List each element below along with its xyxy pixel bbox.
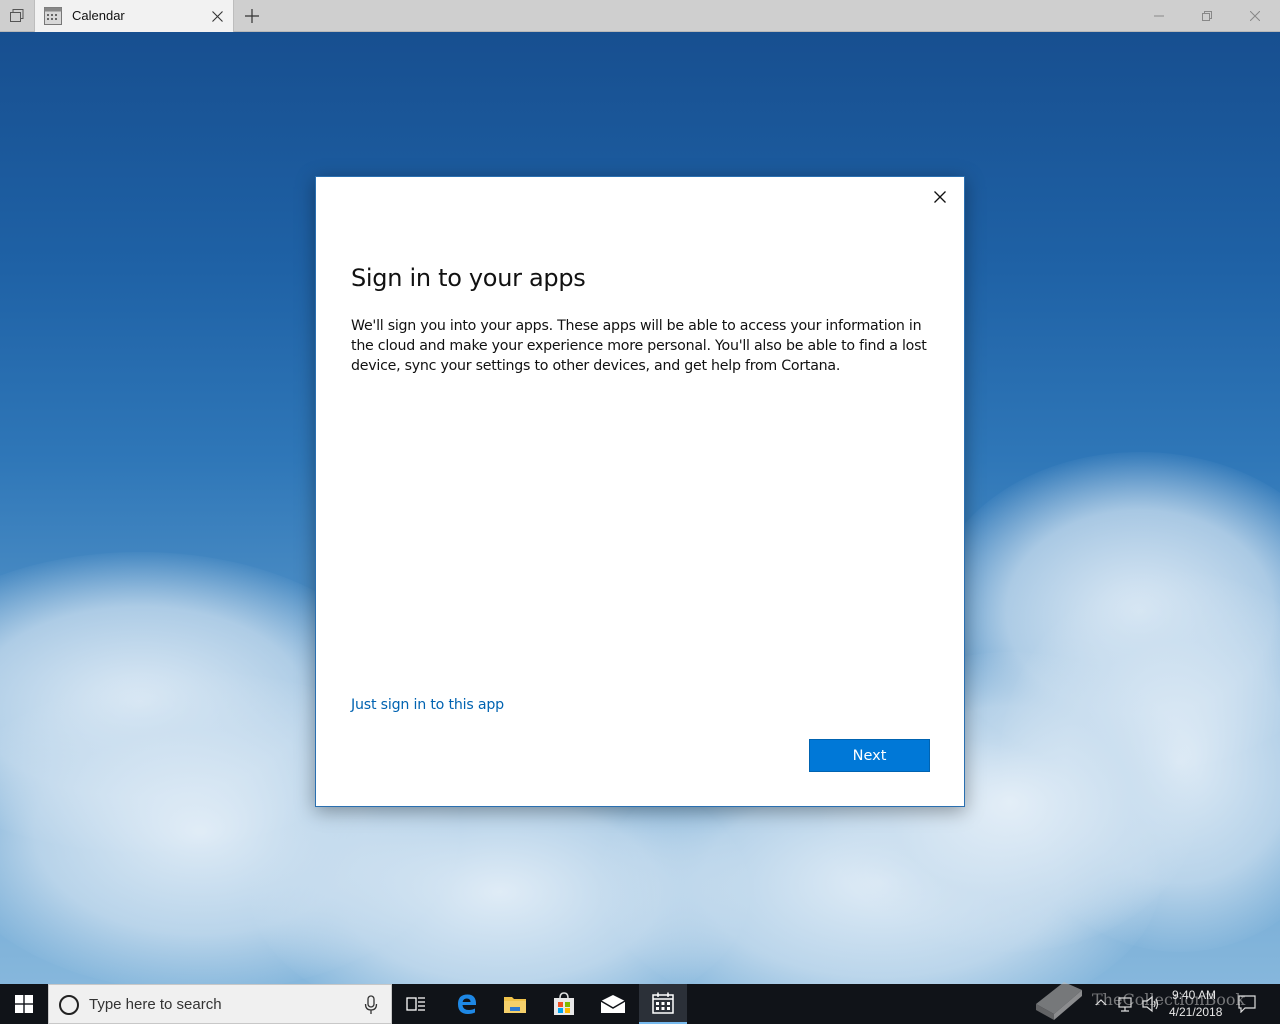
tab-label: Calendar — [72, 8, 125, 23]
close-icon — [1250, 11, 1260, 21]
calendar-icon — [44, 7, 62, 25]
edge-icon — [458, 994, 477, 1014]
next-button[interactable]: Next — [809, 739, 930, 772]
taskbar: Type here to search TheCollectionBook 9:… — [0, 982, 1280, 1024]
plus-icon — [245, 9, 259, 23]
close-icon — [934, 191, 946, 203]
show-hidden-icons-icon[interactable] — [1094, 996, 1108, 1010]
task-view-button[interactable] — [392, 984, 440, 1024]
minimize-icon — [1154, 15, 1164, 17]
store-button[interactable] — [540, 984, 588, 1024]
tab-close-button[interactable] — [207, 6, 227, 26]
dialog-title: Sign in to your apps — [351, 264, 586, 292]
title-bar: Calendar — [0, 0, 1280, 32]
dialog-close-button[interactable] — [926, 183, 954, 211]
close-icon — [211, 10, 223, 22]
dialog-description: We'll sign you into your apps. These app… — [351, 318, 927, 374]
just-sign-in-link[interactable]: Just sign in to this app — [351, 697, 504, 713]
restore-icon — [1202, 11, 1212, 21]
network-icon[interactable] — [1118, 995, 1136, 1013]
mail-button[interactable] — [589, 984, 637, 1024]
store-icon — [554, 992, 574, 1015]
tab-calendar[interactable]: Calendar — [34, 0, 234, 32]
clock-date[interactable]: 4/21/2018 — [1169, 1005, 1222, 1019]
sign-in-dialog: Sign in to your apps We'll sign you into… — [315, 176, 965, 807]
calendar-button[interactable] — [639, 984, 687, 1024]
close-window-button[interactable] — [1232, 0, 1278, 32]
file-explorer-button[interactable] — [491, 984, 539, 1024]
restore-button[interactable] — [1184, 0, 1230, 32]
file-explorer-icon — [504, 997, 526, 1013]
watermark-book-icon — [1036, 982, 1082, 1020]
volume-icon[interactable] — [1142, 995, 1160, 1013]
start-button[interactable] — [0, 984, 48, 1024]
cortana-icon — [59, 995, 79, 1015]
action-center-icon[interactable] — [1238, 995, 1256, 1013]
show-tabs-button[interactable] — [0, 0, 34, 32]
calendar-icon — [652, 992, 674, 1014]
edge-button[interactable] — [443, 984, 491, 1024]
taskbar-search-box[interactable]: Type here to search — [48, 984, 392, 1024]
windows-logo-icon — [15, 995, 33, 1013]
task-view-icon — [406, 997, 425, 1011]
new-tab-button[interactable] — [240, 4, 264, 28]
mail-icon — [600, 995, 626, 1013]
minimize-button[interactable] — [1136, 0, 1182, 32]
tabs-overview-icon — [10, 9, 24, 22]
clock-time[interactable]: 9:40 AM — [1172, 988, 1216, 1002]
microphone-icon[interactable] — [363, 995, 379, 1015]
search-placeholder: Type here to search — [89, 996, 222, 1013]
